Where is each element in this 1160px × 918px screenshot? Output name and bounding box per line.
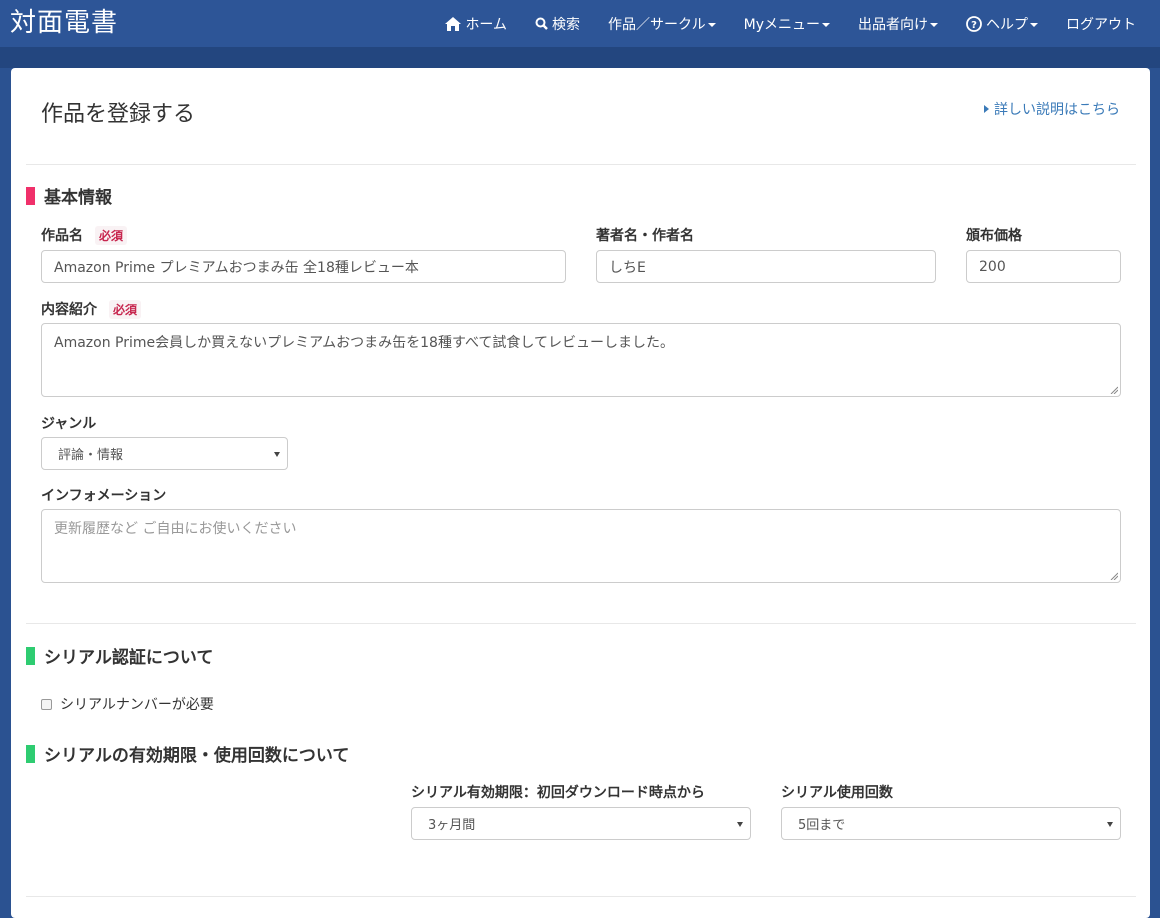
form-panel: 作品を登録する 詳しい説明はこちら 基本情報 作品名 必須 Amazon Pri… [11,68,1150,918]
expiry-label: シリアル有効期限：初回ダウンロード時点から [411,785,705,801]
serial-required-checkbox-row[interactable]: シリアルナンバーが必要 [41,694,214,714]
nav-mymenu-dropdown[interactable]: Myメニュー [730,0,844,47]
chevron-down-icon [822,22,830,27]
title-label-text: 作品名 [41,228,83,244]
description-text: Amazon Prime会員しか買えないプレミアムおつまみ缶を18種すべて試食し… [54,335,674,351]
page-title: 作品を登録する [41,102,196,127]
nav-works-dropdown[interactable]: 作品／サークル [594,0,730,47]
dropdown-arrow-icon [737,822,743,827]
nav-help-dropdown[interactable]: ? ヘルプ [952,0,1052,47]
site-logo[interactable]: 対面電書 [10,0,118,47]
info-textarea[interactable]: 更新履歴など ご自由にお使いください [41,509,1121,583]
section-basic-title: 基本情報 [44,188,112,208]
title-input[interactable]: Amazon Prime プレミアムおつまみ缶 全18種レビュー本 [41,250,566,283]
header-stripe [0,47,1160,68]
genre-label: ジャンル [41,416,97,432]
genre-value: 評論・情報 [58,448,124,463]
section-basic-info: 基本情報 [26,183,112,208]
navbar: 対面電書 ホーム 検索 作品／サークル Myメニュー 出品者向け ? ヘルプ ロ… [0,0,1160,47]
serial-required-checkbox[interactable] [41,698,52,710]
price-label: 頒布価格 [966,228,1022,244]
main-nav: ホーム 検索 作品／サークル Myメニュー 出品者向け ? ヘルプ ログアウト [431,0,1150,47]
nav-search-label: 検索 [552,16,581,33]
nav-sellers-dropdown[interactable]: 出品者向け [844,0,952,47]
divider [26,623,1136,624]
author-input[interactable]: しちE [596,250,936,283]
section-marker [26,186,35,205]
uses-label: シリアル使用回数 [781,785,893,801]
required-badge: 必須 [109,299,142,319]
help-link[interactable]: 詳しい説明はこちら [984,99,1120,119]
section-serial-limit-title: シリアルの有効期限・使用回数について [44,746,350,766]
question-circle-icon: ? [966,15,982,32]
svg-text:?: ? [971,20,977,31]
caret-right-icon [984,105,989,113]
section-serial: シリアル認証について [26,643,213,668]
chevron-down-icon [707,22,716,27]
nav-logout[interactable]: ログアウト [1052,0,1150,47]
resize-grip-icon[interactable] [1110,572,1118,580]
divider [26,896,1136,897]
nav-logout-label: ログアウト [1066,16,1136,33]
search-icon [535,17,548,30]
divider [26,164,1136,165]
dropdown-arrow-icon [274,452,280,457]
genre-select[interactable]: 評論・情報 [41,437,288,470]
description-label: 内容紹介 必須 [41,299,142,319]
nav-search[interactable]: 検索 [521,0,594,47]
expiry-select[interactable]: 3ヶ月間 [411,807,751,840]
description-label-text: 内容紹介 [41,302,97,318]
section-serial-title: シリアル認証について [44,648,214,668]
chevron-down-icon [1030,22,1038,27]
nav-mymenu-label: Myメニュー [743,16,820,33]
dropdown-arrow-icon [1107,822,1113,827]
help-link-label: 詳しい説明はこちら [994,102,1120,118]
author-label: 著者名・作者名 [596,228,694,244]
serial-required-label: シリアルナンバーが必要 [60,697,214,713]
nav-works-label: 作品／サークル [608,16,706,33]
title-label: 作品名 必須 [41,225,128,245]
info-placeholder: 更新履歴など ご自由にお使いください [54,521,297,537]
section-marker [26,744,35,763]
chevron-down-icon [930,22,938,27]
required-badge: 必須 [95,225,128,245]
section-marker [26,646,35,665]
info-label: インフォメーション [41,488,167,504]
description-textarea[interactable]: Amazon Prime会員しか買えないプレミアムおつまみ缶を18種すべて試食し… [41,323,1121,397]
nav-sellers-label: 出品者向け [858,16,928,33]
section-serial-limit: シリアルの有効期限・使用回数について [26,741,349,766]
nav-help-label: ヘルプ [986,16,1028,33]
uses-select[interactable]: 5回まで [781,807,1121,840]
nav-home[interactable]: ホーム [431,0,521,47]
nav-home-label: ホーム [465,16,508,33]
home-icon [445,16,462,31]
uses-value: 5回まで [798,818,846,833]
resize-grip-icon[interactable] [1110,386,1118,394]
expiry-value: 3ヶ月間 [428,818,476,833]
price-input[interactable]: 200 [966,250,1121,283]
